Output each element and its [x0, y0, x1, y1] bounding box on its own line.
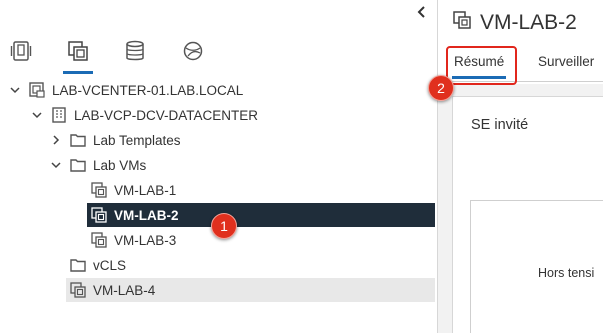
- tree-node-label: VM-LAB-1: [114, 182, 177, 198]
- datacenter-icon: [50, 106, 68, 124]
- tree-node-vm-lab-2[interactable]: VM-LAB-2: [87, 203, 435, 227]
- chevron-right-icon[interactable]: [49, 133, 63, 147]
- tree-node-label: VM-LAB-3: [114, 232, 177, 248]
- folder-icon: [69, 156, 87, 174]
- callout-badge-1: 1: [211, 213, 237, 239]
- vm-icon: [69, 281, 87, 299]
- tab-highlight-box: [446, 46, 517, 85]
- vcenter-icon: [28, 81, 46, 99]
- tree-node-label: Lab Templates: [93, 132, 181, 148]
- chevron-down-icon[interactable]: [30, 108, 44, 122]
- tree-node-label: LAB-VCP-DCV-DATACENTER: [74, 107, 259, 123]
- tree-node-vm-lab-3[interactable]: VM-LAB-3: [90, 228, 176, 252]
- folder-icon: [69, 131, 87, 149]
- tree-node-label: VM-LAB-2: [114, 207, 179, 223]
- hosts-clusters-icon[interactable]: [5, 40, 37, 74]
- vm-icon: [90, 181, 108, 199]
- tree-node-lab-vms[interactable]: Lab VMs: [49, 153, 146, 177]
- tab-surveiller[interactable]: Surveiller: [538, 54, 594, 69]
- tree-node-label: Lab VMs: [93, 157, 147, 173]
- vm-icon: [90, 206, 108, 224]
- chevron-down-icon[interactable]: [8, 83, 22, 97]
- tree-node-vcls[interactable]: vCLS: [69, 253, 126, 277]
- tree-node-vcenter[interactable]: LAB-VCENTER-01.LAB.LOCAL: [8, 78, 243, 102]
- tree-node-datacenter[interactable]: LAB-VCP-DCV-DATACENTER: [30, 103, 258, 127]
- tree-node-vm-lab-4[interactable]: VM-LAB-4: [66, 278, 435, 302]
- networking-icon[interactable]: [177, 40, 209, 74]
- tree-node-label: VM-LAB-4: [93, 282, 156, 298]
- navigator-view-tabs: [0, 40, 437, 76]
- page-title: VM-LAB-2: [480, 10, 577, 34]
- object-header: VM-LAB-2: [452, 10, 577, 35]
- storage-icon[interactable]: [119, 40, 151, 74]
- callout-badge-2: 2: [428, 75, 454, 101]
- vm-icon: [452, 10, 472, 35]
- card-title: SE invité: [471, 117, 529, 133]
- power-status-text: Hors tensi: [538, 266, 595, 280]
- folder-icon: [69, 256, 87, 274]
- tree-node-vm-lab-1[interactable]: VM-LAB-1: [90, 178, 176, 202]
- tree-node-label: vCLS: [93, 257, 127, 273]
- vm-icon: [90, 231, 108, 249]
- vms-templates-icon[interactable]: [62, 40, 94, 74]
- tree-node-label: LAB-VCENTER-01.LAB.LOCAL: [52, 82, 244, 98]
- chevron-left-icon[interactable]: [414, 4, 430, 20]
- tree-node-lab-templates[interactable]: Lab Templates: [49, 128, 181, 152]
- inventory-navigator: LAB-VCENTER-01.LAB.LOCAL LAB-VCP-DCV-DAT…: [0, 0, 437, 333]
- chevron-down-icon[interactable]: [49, 158, 63, 172]
